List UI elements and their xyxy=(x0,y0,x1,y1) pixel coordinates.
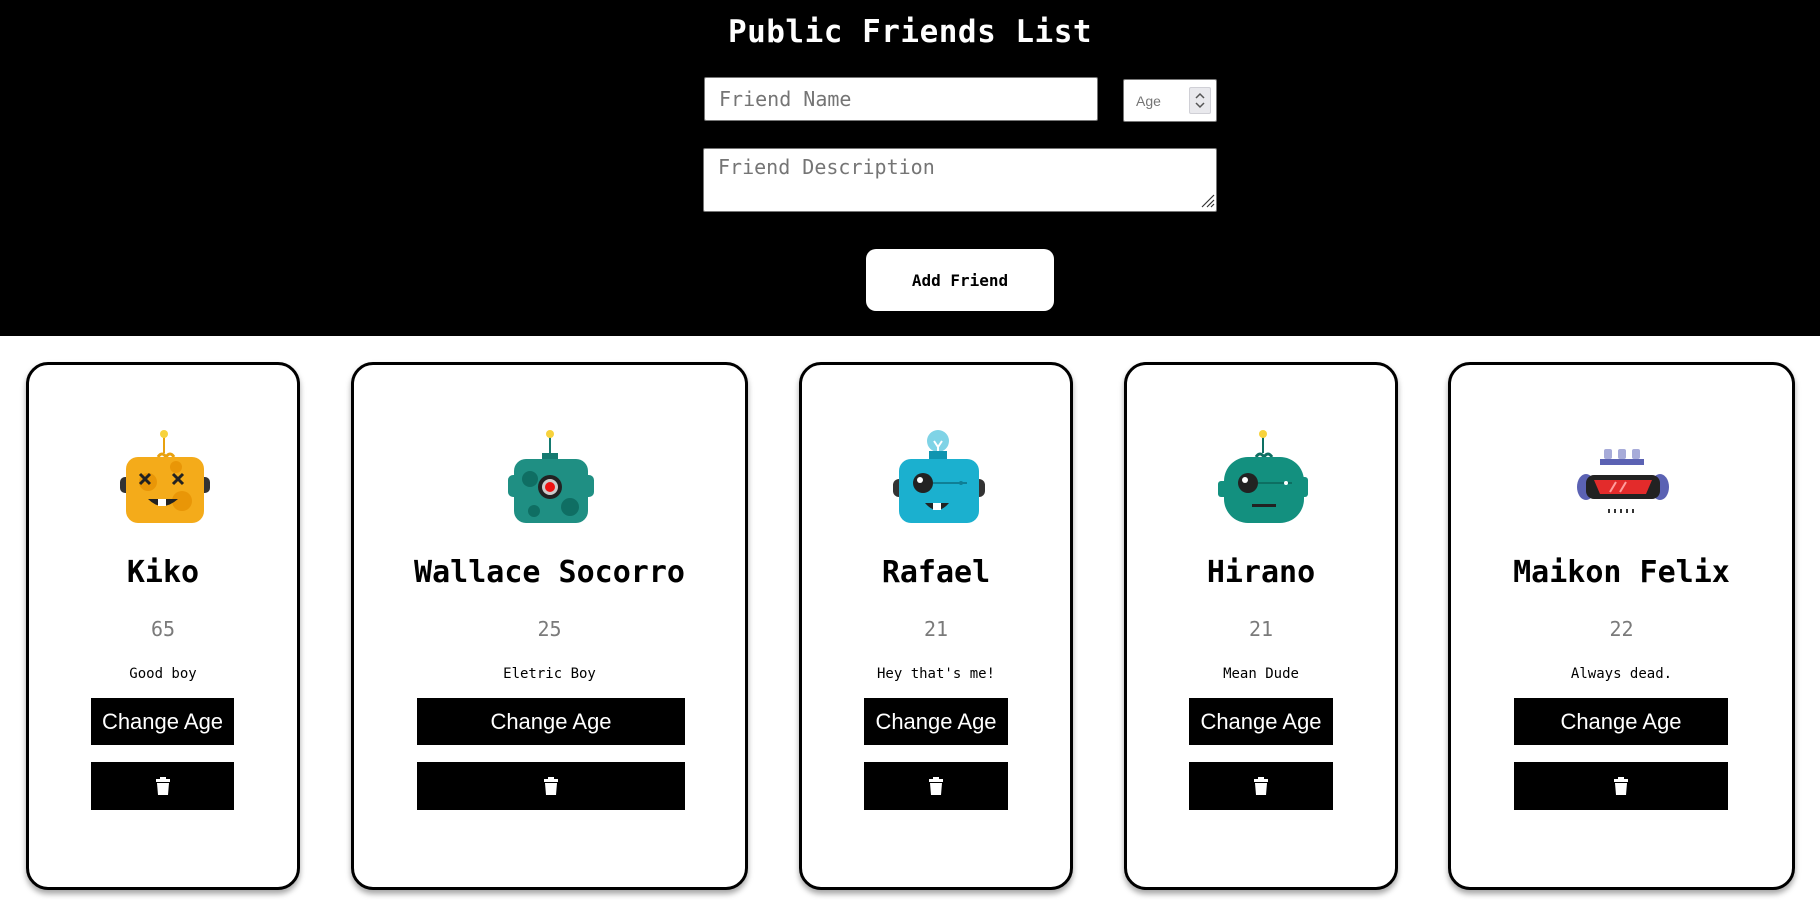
add-friend-button[interactable]: Add Friend xyxy=(866,249,1054,311)
trash-icon xyxy=(155,777,170,795)
change-age-button[interactable]: Change Age xyxy=(91,698,234,745)
friend-name: Wallace Socorro xyxy=(414,555,685,590)
page-title: Public Friends List xyxy=(727,14,1093,50)
friend-age: 21 xyxy=(1248,617,1274,641)
delete-friend-button[interactable] xyxy=(864,762,1008,810)
header: Public Friends List Add Friend xyxy=(0,0,1820,336)
delete-friend-button[interactable] xyxy=(1189,762,1333,810)
friend-card: Rafael 21 Hey that's me! Change Age xyxy=(799,362,1073,890)
delete-friend-button[interactable] xyxy=(417,762,685,810)
friend-description: Eletric Boy xyxy=(503,666,596,682)
trash-icon xyxy=(1614,777,1628,795)
age-spinner[interactable] xyxy=(1189,87,1211,114)
friend-description-input[interactable] xyxy=(703,148,1217,212)
friend-card: Hirano 21 Mean Dude Change Age xyxy=(1124,362,1398,890)
friend-age: 22 xyxy=(1609,617,1634,641)
friend-name: Maikon Felix xyxy=(1513,555,1730,590)
friend-card: Maikon Felix 22 Always dead. Change Age xyxy=(1448,362,1795,890)
change-age-button[interactable]: Change Age xyxy=(1189,698,1333,745)
friend-name: Hirano xyxy=(1206,555,1316,590)
trash-icon xyxy=(544,777,558,795)
friend-name: Rafael xyxy=(881,555,991,590)
friend-name-input[interactable] xyxy=(704,77,1098,121)
change-age-button[interactable]: Change Age xyxy=(1514,698,1728,745)
friend-card: Wallace Socorro 25 Eletric Boy Change Ag… xyxy=(351,362,748,890)
delete-friend-button[interactable] xyxy=(91,762,234,810)
age-input[interactable] xyxy=(1124,80,1188,121)
trash-icon xyxy=(1254,777,1268,795)
friend-age: 21 xyxy=(923,617,949,641)
friend-age: 65 xyxy=(150,617,176,641)
friend-name: Kiko xyxy=(126,555,200,590)
cyan-robot-avatar-icon xyxy=(893,430,985,523)
green-robot-avatar-icon xyxy=(1218,430,1308,523)
visor-robot-avatar-icon xyxy=(1577,449,1669,513)
friend-description: Mean Dude xyxy=(1223,666,1299,682)
trash-icon xyxy=(929,777,943,795)
delete-friend-button[interactable] xyxy=(1514,762,1728,810)
age-field[interactable] xyxy=(1123,79,1217,122)
spinner-arrows-icon xyxy=(1195,92,1205,109)
change-age-button[interactable]: Change Age xyxy=(417,698,685,745)
friend-age: 25 xyxy=(537,617,562,641)
teal-robot-avatar-icon xyxy=(508,430,594,523)
friend-description: Always dead. xyxy=(1570,666,1673,682)
resize-grip-icon[interactable] xyxy=(1199,192,1215,208)
change-age-button[interactable]: Change Age xyxy=(864,698,1008,745)
friend-card: Kiko 65 Good boy Change Age xyxy=(26,362,300,890)
yellow-robot-avatar-icon xyxy=(120,430,210,523)
friend-description: Hey that's me! xyxy=(876,666,995,682)
friend-description: Good boy xyxy=(129,666,197,682)
